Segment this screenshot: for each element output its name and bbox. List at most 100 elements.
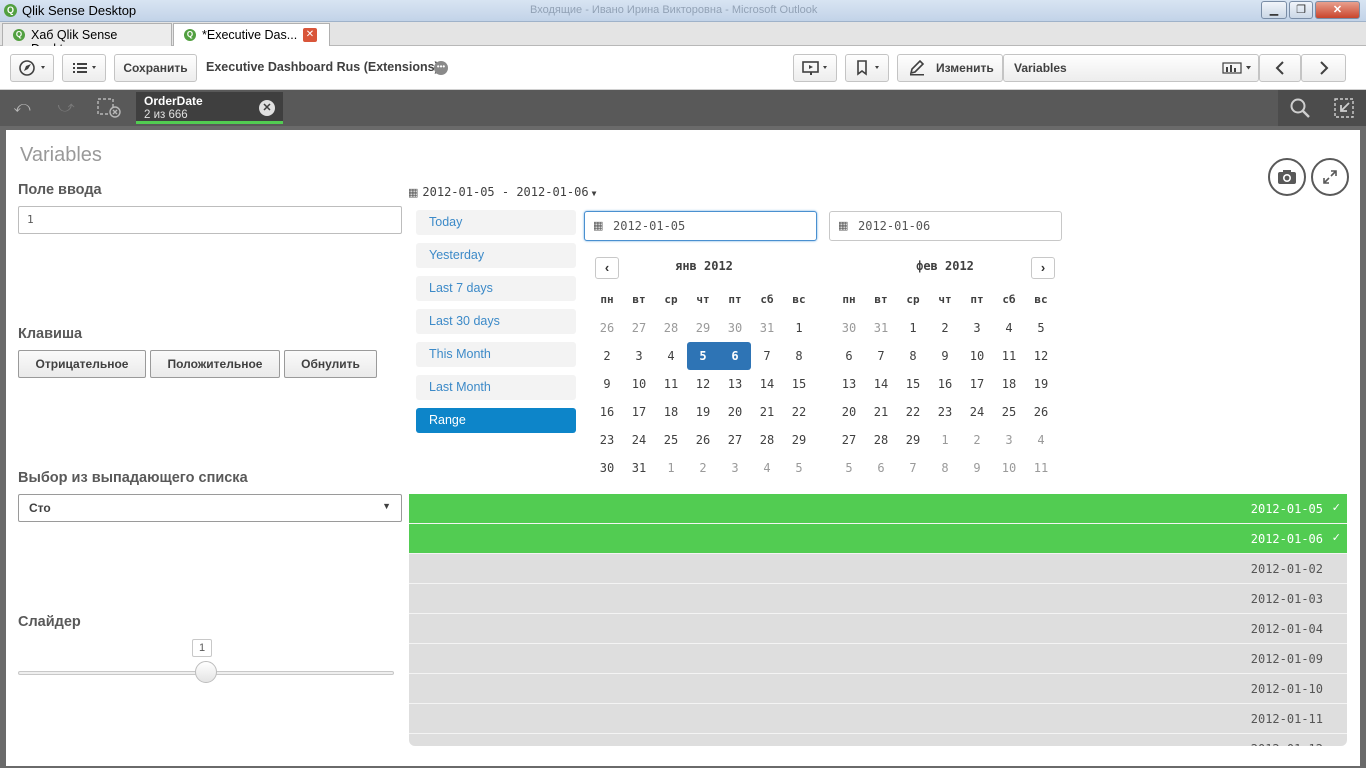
- calendar-day[interactable]: 6: [719, 342, 751, 370]
- snapshot-button[interactable]: [1268, 158, 1306, 196]
- calendar-day[interactable]: 30: [591, 454, 623, 482]
- calendar-day[interactable]: 29: [783, 426, 815, 454]
- calendar-day[interactable]: 15: [897, 370, 929, 398]
- calendar-day[interactable]: 26: [1025, 398, 1057, 426]
- calendar-day[interactable]: 11: [993, 342, 1025, 370]
- filter-list-item[interactable]: 2012-01-09: [409, 644, 1347, 674]
- close-tab-icon[interactable]: ✕: [303, 28, 317, 42]
- calendar-day[interactable]: 9: [961, 454, 993, 482]
- sheet-selector[interactable]: Variables: [1003, 54, 1259, 82]
- calendar-day[interactable]: 24: [623, 426, 655, 454]
- calendar-day[interactable]: 21: [751, 398, 783, 426]
- tab-hub[interactable]: Q Хаб Qlik Sense Desktop: [2, 23, 172, 56]
- calendar-day[interactable]: 1: [783, 314, 815, 342]
- calendar-day[interactable]: 10: [623, 370, 655, 398]
- sheet-list-button[interactable]: [62, 54, 106, 82]
- filter-list-item[interactable]: 2012-01-05 ✓: [409, 494, 1347, 524]
- calendar-day[interactable]: 7: [751, 342, 783, 370]
- range-option[interactable]: Last 30 days: [416, 309, 576, 334]
- calendar-day[interactable]: 31: [751, 314, 783, 342]
- calendar-day[interactable]: 11: [1025, 454, 1057, 482]
- calendar-day[interactable]: 4: [1025, 426, 1057, 454]
- present-button[interactable]: [793, 54, 837, 82]
- range-option[interactable]: Last Month: [416, 375, 576, 400]
- calendar-day[interactable]: 27: [623, 314, 655, 342]
- calendar-day[interactable]: 8: [783, 342, 815, 370]
- clear-selection-icon[interactable]: ✕: [259, 100, 275, 116]
- calendar-day[interactable]: 5: [687, 342, 719, 370]
- selection-chip-orderdate[interactable]: OrderDate 2 из 666 ✕: [136, 92, 283, 124]
- calendar-day[interactable]: 25: [655, 426, 687, 454]
- previous-sheet-button[interactable]: [1259, 54, 1301, 82]
- calendar-day[interactable]: 7: [865, 342, 897, 370]
- filter-list-item[interactable]: 2012-01-12: [409, 734, 1347, 746]
- selections-tool-icon[interactable]: [1322, 90, 1366, 126]
- search-icon[interactable]: [1278, 90, 1322, 126]
- calendar-day[interactable]: 23: [929, 398, 961, 426]
- calendar-day[interactable]: 31: [623, 454, 655, 482]
- calendar-day[interactable]: 2: [687, 454, 719, 482]
- calendar-day[interactable]: 15: [783, 370, 815, 398]
- bookmark-button[interactable]: [845, 54, 889, 82]
- calendar-day[interactable]: 5: [833, 454, 865, 482]
- filter-list-item[interactable]: 2012-01-03: [409, 584, 1347, 614]
- calendar-day[interactable]: 8: [897, 342, 929, 370]
- calendar-day[interactable]: 3: [623, 342, 655, 370]
- calendar-day[interactable]: 29: [897, 426, 929, 454]
- calendar-day[interactable]: 19: [1025, 370, 1057, 398]
- calendar-day[interactable]: 27: [833, 426, 865, 454]
- next-sheet-button[interactable]: [1301, 54, 1346, 82]
- calendar-day[interactable]: 16: [591, 398, 623, 426]
- calendar-day[interactable]: 26: [591, 314, 623, 342]
- variable-dropdown[interactable]: Сто ▼: [18, 494, 402, 522]
- more-icon[interactable]: •••: [434, 61, 448, 75]
- calendar-day[interactable]: 16: [929, 370, 961, 398]
- calendar-day[interactable]: 14: [751, 370, 783, 398]
- calendar-day[interactable]: 18: [655, 398, 687, 426]
- calendar-day[interactable]: 28: [751, 426, 783, 454]
- calendar-day[interactable]: 29: [687, 314, 719, 342]
- calendar-day[interactable]: 30: [833, 314, 865, 342]
- calendar-day[interactable]: 1: [655, 454, 687, 482]
- calendar-day[interactable]: 26: [687, 426, 719, 454]
- calendar-day[interactable]: 23: [591, 426, 623, 454]
- navigation-menu-button[interactable]: [10, 54, 54, 82]
- calendar-day[interactable]: 20: [719, 398, 751, 426]
- calendar-day[interactable]: 12: [687, 370, 719, 398]
- calendar-day[interactable]: 18: [993, 370, 1025, 398]
- filter-list-item[interactable]: 2012-01-10: [409, 674, 1347, 704]
- calendar-day[interactable]: 10: [961, 342, 993, 370]
- calendar-day[interactable]: 1: [897, 314, 929, 342]
- calendar-day[interactable]: 31: [865, 314, 897, 342]
- calendar-day[interactable]: 3: [961, 314, 993, 342]
- calendar-day[interactable]: 4: [993, 314, 1025, 342]
- reset-button[interactable]: Обнулить: [284, 350, 377, 378]
- clear-all-selections-icon[interactable]: [97, 98, 121, 118]
- calendar-day[interactable]: 13: [719, 370, 751, 398]
- end-date-input[interactable]: ▦ 2012-01-06: [829, 211, 1062, 241]
- calendar-day[interactable]: 4: [655, 342, 687, 370]
- fullscreen-button[interactable]: [1311, 158, 1349, 196]
- filter-list-item[interactable]: 2012-01-04: [409, 614, 1347, 644]
- negative-button[interactable]: Отрицательное: [18, 350, 146, 378]
- positive-button[interactable]: Положительное: [150, 350, 280, 378]
- calendar-day[interactable]: 1: [929, 426, 961, 454]
- calendar-day[interactable]: 6: [833, 342, 865, 370]
- close-window-button[interactable]: ✕: [1315, 1, 1360, 19]
- minimize-button[interactable]: ▁: [1261, 1, 1287, 19]
- range-option[interactable]: Yesterday: [416, 243, 576, 268]
- calendar-day[interactable]: 25: [993, 398, 1025, 426]
- slider-thumb[interactable]: [195, 661, 217, 683]
- filter-list-item[interactable]: 2012-01-02: [409, 554, 1347, 584]
- calendar-day[interactable]: 8: [929, 454, 961, 482]
- calendar-day[interactable]: 27: [719, 426, 751, 454]
- calendar-day[interactable]: 19: [687, 398, 719, 426]
- calendar-day[interactable]: 17: [623, 398, 655, 426]
- maximize-button[interactable]: ❐: [1289, 1, 1313, 19]
- calendar-day[interactable]: 22: [897, 398, 929, 426]
- calendar-day[interactable]: 3: [719, 454, 751, 482]
- variable-input[interactable]: 1: [18, 206, 402, 234]
- range-option[interactable]: Last 7 days: [416, 276, 576, 301]
- calendar-day[interactable]: 6: [865, 454, 897, 482]
- calendar-day[interactable]: 30: [719, 314, 751, 342]
